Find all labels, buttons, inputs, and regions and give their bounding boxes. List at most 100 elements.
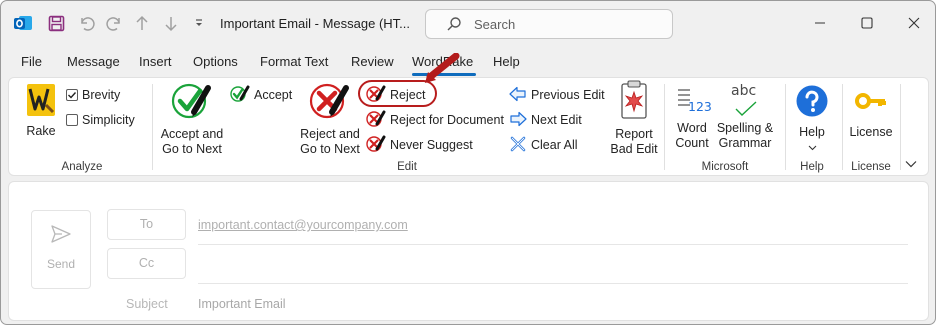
help-question-icon (791, 84, 833, 122)
customize-toolbar-icon[interactable] (191, 11, 207, 35)
search-box[interactable]: Search (425, 9, 673, 39)
to-button[interactable]: To (107, 209, 186, 240)
simplicity-label: Simplicity (82, 113, 135, 127)
accept-and-go-label-2: Go to Next (162, 142, 222, 156)
redo-icon[interactable] (103, 11, 125, 35)
reject-for-document-label: Reject for Document (390, 113, 504, 127)
group-separator (900, 84, 901, 170)
spelling-check-icon: abc (728, 84, 762, 118)
send-icon (50, 223, 72, 248)
tab-options[interactable]: Options (193, 54, 238, 69)
tab-message[interactable]: Message (67, 54, 120, 69)
reject-and-go-label-1: Reject and (300, 127, 360, 141)
previous-edit-label: Previous Edit (531, 88, 605, 102)
outlook-message-window: Important Email - Message (HT... Search … (0, 0, 936, 325)
clear-all-button[interactable]: Clear All (509, 135, 578, 155)
to-recipient[interactable]: important.contact@yourcompany.com (198, 218, 408, 232)
pointer-arrow-annotation-icon (422, 52, 462, 88)
spelling-grammar-button[interactable]: abc Spelling & Grammar (715, 84, 775, 151)
simplicity-checkbox[interactable]: Simplicity (66, 110, 135, 130)
arrow-down-icon[interactable] (161, 11, 181, 35)
cc-button[interactable]: Cc (107, 248, 186, 279)
never-suggest-button[interactable]: Never Suggest (366, 135, 473, 155)
rake-label: Rake (26, 124, 56, 138)
save-icon[interactable] (45, 11, 67, 35)
title-bar: Important Email - Message (HT... Search (1, 1, 935, 45)
report-label-1: Report (615, 127, 653, 141)
maximize-icon[interactable] (852, 11, 882, 35)
group-label-edit: Edit (397, 161, 417, 173)
send-button[interactable]: Send (31, 210, 91, 289)
subject-label: Subject (126, 297, 168, 311)
collapse-ribbon-chevron-icon[interactable] (905, 157, 917, 171)
report-label-2: Bad Edit (610, 142, 658, 156)
clear-all-label: Clear All (531, 138, 578, 152)
arrow-right-outline-icon (509, 111, 527, 130)
wordrake-logo-icon (23, 83, 59, 121)
next-edit-label: Next Edit (531, 113, 582, 127)
accept-and-go-to-next-button[interactable]: Accept and Go to Next (159, 82, 225, 157)
help-button[interactable]: Help (791, 84, 833, 152)
ribbon: Rake Brevity Simplicity Analyze Accept a… (8, 77, 929, 176)
group-separator (842, 84, 843, 170)
license-button[interactable]: License (847, 84, 895, 140)
group-label-license: License (851, 161, 891, 173)
report-clipboard-icon (607, 80, 661, 124)
reject-and-go-to-next-button[interactable]: Reject and Go to Next (297, 82, 363, 157)
word-count-label-2: Count (675, 136, 709, 150)
reject-for-document-button[interactable]: Reject for Document (366, 110, 504, 130)
word-count-label-1: Word (677, 121, 707, 135)
outlook-logo-icon (11, 11, 35, 35)
close-icon[interactable] (899, 11, 929, 35)
word-count-icon: 123 (676, 84, 712, 118)
spelling-label-2: Grammar (718, 136, 772, 150)
group-separator (785, 84, 786, 170)
word-count-button[interactable]: 123 Word Count (672, 84, 712, 151)
tab-help[interactable]: Help (493, 54, 520, 69)
tab-file[interactable]: File (21, 54, 42, 69)
minimize-icon[interactable] (805, 11, 835, 35)
never-suggest-icon (366, 135, 386, 156)
subject-input[interactable]: Important Email (198, 297, 286, 311)
word-count-icon-number: 123 (688, 99, 712, 114)
search-placeholder: Search (474, 17, 516, 32)
arrow-left-outline-icon (509, 86, 527, 105)
reject-and-go-label-2: Go to Next (300, 142, 360, 156)
group-separator (664, 84, 665, 170)
accept-check-pen-icon (159, 82, 225, 124)
chevron-down-icon (791, 140, 833, 152)
search-icon (446, 16, 462, 35)
spelling-icon-text: abc (731, 83, 757, 99)
tab-insert[interactable]: Insert (139, 54, 172, 69)
accept-check-icon (230, 85, 250, 106)
license-label: License (849, 125, 893, 139)
group-separator (152, 84, 153, 170)
tab-review[interactable]: Review (351, 54, 394, 69)
undo-icon[interactable] (75, 11, 97, 35)
accept-button[interactable]: Accept (230, 85, 292, 105)
previous-edit-button[interactable]: Previous Edit (509, 85, 605, 105)
reject-document-icon (366, 110, 386, 131)
cc-field-underline[interactable] (198, 283, 908, 284)
to-field-underline (198, 244, 908, 245)
tab-format-text[interactable]: Format Text (260, 54, 328, 69)
group-label-analyze: Analyze (61, 161, 103, 173)
never-suggest-label: Never Suggest (390, 138, 473, 152)
brevity-checkbox[interactable]: Brevity (66, 85, 120, 105)
spelling-label-1: Spelling & (716, 121, 774, 135)
rake-button[interactable]: Rake (23, 83, 59, 139)
group-label-help: Help (800, 161, 824, 173)
ribbon-tabs: File Message Insert Options Format Text … (1, 51, 935, 76)
compose-area: Send To Cc important.contact@yourcompany… (8, 181, 929, 321)
reject-x-pen-icon (297, 82, 363, 124)
simplicity-check-box (66, 114, 78, 126)
window-title: Important Email - Message (HT... (220, 16, 410, 31)
accept-label: Accept (254, 88, 293, 102)
report-bad-edit-button[interactable]: Report Bad Edit (607, 80, 661, 157)
accept-and-go-label-1: Accept and (160, 127, 224, 141)
next-edit-button[interactable]: Next Edit (509, 110, 582, 130)
send-label: Send (46, 257, 76, 271)
arrow-up-icon[interactable] (132, 11, 152, 35)
group-label-microsoft: Microsoft (701, 161, 749, 173)
license-key-icon (847, 84, 895, 122)
